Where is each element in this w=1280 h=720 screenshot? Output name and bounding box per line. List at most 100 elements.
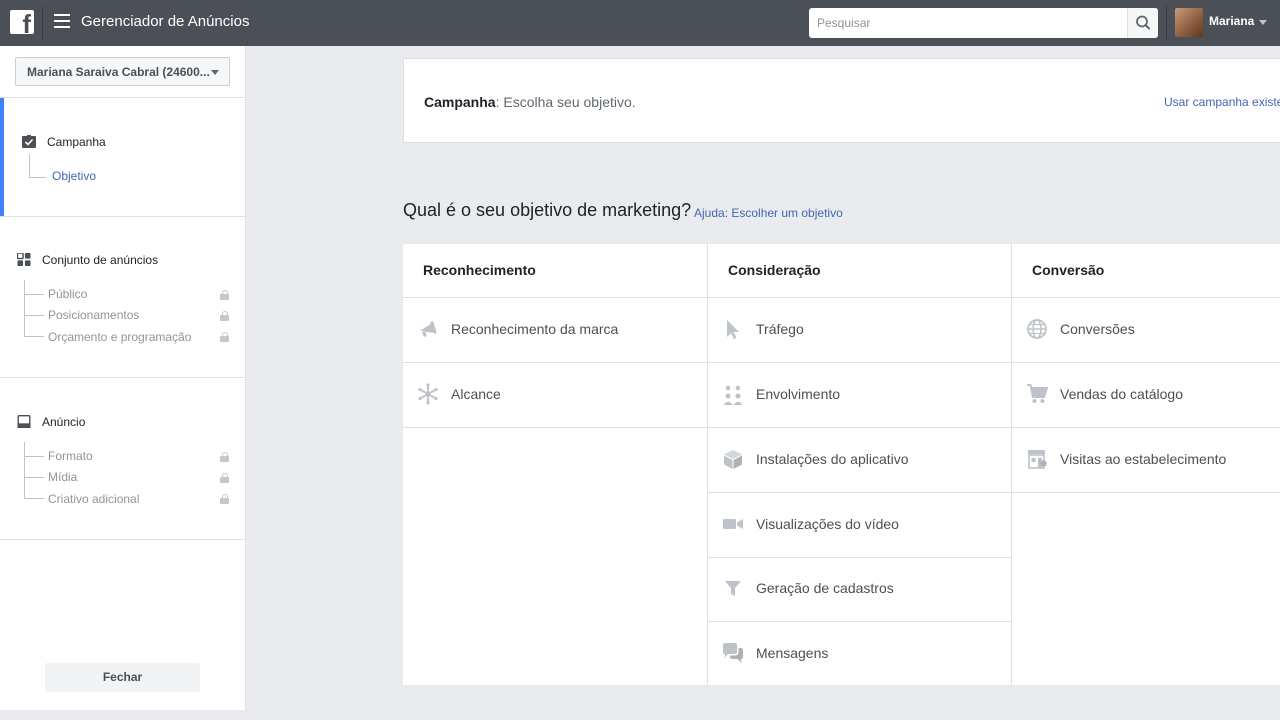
lock-icon [220, 473, 229, 483]
column-header: Consideração [708, 244, 1011, 298]
lock-icon [220, 290, 229, 300]
objective-label: Vendas do catálogo [1060, 386, 1183, 402]
lock-icon [220, 452, 229, 462]
sidebar-section-anuncio[interactable]: Anúncio [42, 415, 85, 429]
divider [0, 97, 246, 98]
chat-bubbles-icon [723, 643, 743, 663]
campaign-header: Campanha: Escolha seu objetivo. Usar cam… [403, 58, 1280, 143]
objective-option[interactable]: Envolvimento [708, 363, 1011, 428]
tree-line [24, 294, 44, 295]
column-title: Consideração [728, 262, 821, 278]
box-icon [724, 450, 742, 469]
objective-label: Tráfego [756, 321, 804, 337]
sidebar-item-formato[interactable]: Formato [48, 449, 93, 463]
lock-icon [220, 494, 229, 504]
objective-label: Mensagens [756, 645, 829, 661]
checkbox-icon [22, 135, 36, 148]
search-button[interactable] [1127, 8, 1158, 38]
facebook-f-icon[interactable]: f [10, 10, 34, 37]
shopping-cart-icon [1027, 384, 1048, 403]
objective-option[interactable]: Tráfego [708, 298, 1011, 363]
objective-option[interactable]: Vendas do catálogo [1012, 363, 1280, 428]
sidebar-section-conjunto[interactable]: Conjunto de anúncios [42, 253, 158, 267]
app-title[interactable]: Gerenciador de Anúncios [81, 13, 249, 30]
objective-label: Envolvimento [756, 386, 841, 402]
objective-question: Qual é o seu objetivo de marketing? [403, 200, 692, 220]
column-header: Conversão [1012, 244, 1280, 298]
sidebar-item-orcamento[interactable]: Orçamento e programação [48, 330, 191, 344]
search-box [809, 8, 1158, 38]
sidebar: Mariana Saraiva Cabral (24600... Campanh… [0, 46, 246, 710]
hamburger-icon[interactable] [54, 14, 70, 32]
store-icon [1028, 450, 1047, 469]
avatar[interactable] [1175, 8, 1203, 37]
objective-label: Conversões [1060, 321, 1135, 337]
column-consideracao: Consideração Tráfego Envolvimento Instal… [708, 244, 1011, 685]
sidebar-item-midia[interactable]: Mídia [48, 470, 77, 484]
objective-label: Instalações do aplicativo [756, 451, 909, 467]
objective-label: Reconhecimento da marca [451, 321, 619, 337]
page-title-bold: Campanha [424, 94, 496, 110]
use-existing-campaign-link[interactable]: Usar campanha existe [1164, 95, 1280, 109]
magnifier-icon [1136, 15, 1150, 30]
objective-option[interactable]: Conversões [1012, 298, 1280, 363]
tree-line [29, 177, 46, 178]
megaphone-icon [420, 321, 437, 337]
sidebar-section-campanha[interactable]: Campanha [47, 135, 106, 149]
sidebar-item-criativo[interactable]: Criativo adicional [48, 492, 139, 506]
column-title: Reconhecimento [423, 262, 536, 278]
tree-line [24, 442, 25, 499]
objective-option[interactable]: Mensagens [708, 622, 1011, 687]
video-camera-icon [723, 519, 743, 529]
column-reconhecimento: Reconhecimento Reconhecimento da marca A… [403, 244, 707, 685]
divider [0, 539, 246, 540]
column-header: Reconhecimento [403, 244, 707, 298]
column-title: Conversão [1032, 262, 1105, 278]
sidebar-item-posicionamentos[interactable]: Posicionamentos [48, 308, 139, 322]
page-title-rest: : Escolha seu objetivo. [495, 94, 636, 110]
tree-line [24, 315, 44, 316]
divider [42, 6, 43, 40]
objective-option[interactable]: Instalações do aplicativo [708, 428, 1011, 493]
objective-label: Visualizações do vídeo [756, 516, 899, 532]
objective-option[interactable]: Visitas ao estabelecimento [1012, 428, 1280, 493]
active-indicator [0, 98, 4, 216]
tree-line [24, 336, 44, 337]
asterisk-icon [418, 383, 438, 405]
username[interactable]: Mariana [1209, 14, 1254, 28]
funnel-icon [725, 581, 741, 596]
objective-grid: Reconhecimento Reconhecimento da marca A… [403, 244, 1280, 685]
sidebar-item-publico[interactable]: Público [48, 287, 87, 301]
close-button[interactable]: Fechar [45, 663, 200, 692]
caret-down-icon [211, 70, 219, 75]
divider [0, 216, 246, 217]
divider [1166, 6, 1167, 40]
divider [0, 377, 246, 378]
tree-line [29, 154, 30, 178]
tree-line [24, 498, 44, 499]
objective-option[interactable]: Reconhecimento da marca [403, 298, 707, 363]
column-conversao: Conversão Conversões Vendas do catálogo [1012, 244, 1280, 685]
search-input[interactable] [809, 8, 1127, 38]
objective-option[interactable]: Visualizações do vídeo [708, 493, 1011, 558]
globe-icon [1027, 319, 1047, 339]
top-bar: f Gerenciador de Anúncios Mariana [0, 0, 1280, 46]
page-title: Campanha: Escolha seu objetivo. [424, 94, 636, 110]
tree-line [24, 477, 44, 478]
monitor-icon [17, 415, 31, 428]
lock-icon [220, 332, 229, 342]
cursor-icon [727, 320, 739, 339]
lock-icon [220, 311, 229, 321]
account-selector-label: Mariana Saraiva Cabral (24600... [27, 65, 210, 79]
people-icon [723, 385, 743, 405]
sidebar-item-objetivo[interactable]: Objetivo [52, 169, 96, 183]
objective-option[interactable]: Alcance [403, 363, 707, 428]
tree-line [24, 280, 25, 337]
help-link[interactable]: Ajuda: Escolher um objetivo [694, 206, 843, 220]
tree-line [24, 456, 44, 457]
objective-label: Visitas ao estabelecimento [1060, 451, 1227, 467]
account-selector[interactable]: Mariana Saraiva Cabral (24600... [15, 57, 230, 86]
caret-down-icon[interactable] [1259, 20, 1267, 25]
objective-option[interactable]: Geração de cadastros [708, 557, 1011, 622]
objective-label: Alcance [451, 386, 501, 402]
